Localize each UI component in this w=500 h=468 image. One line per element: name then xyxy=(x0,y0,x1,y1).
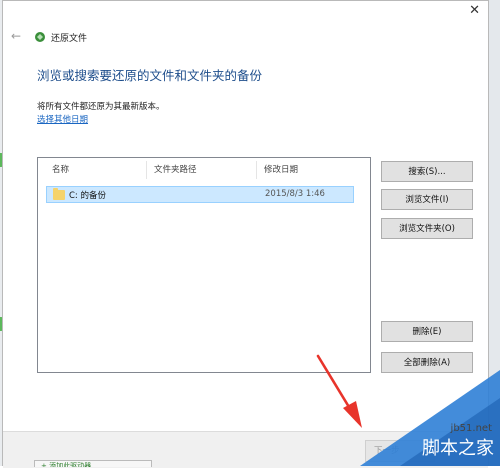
column-header-modified-date[interactable]: 修改日期 xyxy=(264,163,298,177)
folder-icon xyxy=(53,188,65,200)
column-header-name[interactable]: 名称 xyxy=(52,163,69,177)
column-header-folder-path[interactable]: 文件夹路径 xyxy=(154,163,197,177)
search-button[interactable]: 搜索(S)... xyxy=(381,161,473,182)
delete-button[interactable]: 删除(E) xyxy=(381,321,473,342)
backup-file-list[interactable]: 名称 文件夹路径 修改日期 C: 的备份 2015/8/3 1:46 xyxy=(37,157,371,373)
back-arrow-icon[interactable]: ← xyxy=(11,29,21,43)
watermark-name: 脚本之家 xyxy=(422,438,494,459)
list-item-name: C: 的备份 xyxy=(69,191,107,201)
choose-other-date-link[interactable]: 选择其他日期 xyxy=(37,113,88,125)
window-title: 还原文件 xyxy=(51,34,88,44)
list-item-date: 2015/8/3 1:46 xyxy=(265,189,325,199)
page-heading: 浏览或搜索要还原的文件和文件夹的备份 xyxy=(37,68,263,83)
browse-folders-button[interactable]: 浏览文件夹(O) xyxy=(381,218,473,239)
column-divider[interactable] xyxy=(146,161,147,179)
list-item[interactable]: C: 的备份 2015/8/3 1:46 xyxy=(46,186,354,203)
title-bar: ← 还原文件 xyxy=(3,23,488,51)
watermark-site: jb51.net xyxy=(450,423,492,434)
restore-app-icon xyxy=(35,32,45,42)
close-x-icon[interactable]: ✕ xyxy=(469,3,480,18)
column-divider[interactable] xyxy=(256,161,257,179)
description-text: 将所有文件都还原为其最新版本。 xyxy=(37,102,165,112)
watermark: jb51.net 脚本之家 xyxy=(360,370,500,466)
browse-files-button[interactable]: 浏览文件(I) xyxy=(381,189,473,210)
